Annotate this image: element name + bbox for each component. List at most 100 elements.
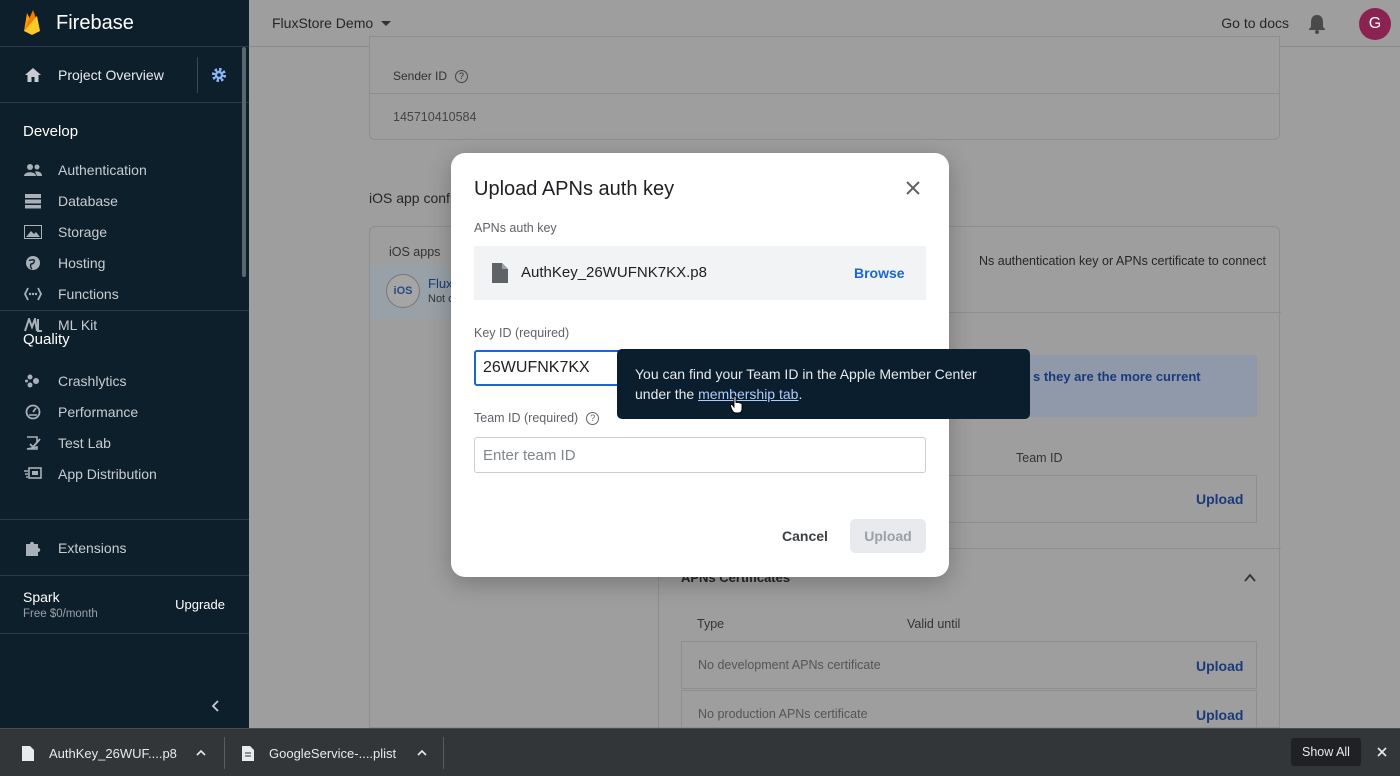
help-icon[interactable]: ? bbox=[455, 69, 469, 83]
brand-bar[interactable]: Firebase bbox=[0, 0, 249, 47]
sidebar-item-performance[interactable]: Performance bbox=[0, 396, 249, 427]
team-id-header: Team ID bbox=[1016, 451, 1063, 465]
project-selector[interactable]: FluxStore Demo bbox=[272, 15, 392, 31]
sender-id-label: Sender ID ? bbox=[393, 69, 469, 83]
brand-name: Firebase bbox=[56, 11, 134, 34]
sidebar-item-authentication[interactable]: Authentication bbox=[0, 154, 249, 185]
download-item[interactable]: AuthKey_26WUF....p8 bbox=[22, 729, 177, 776]
team-id-tooltip: You can find your Team ID in the Apple M… bbox=[617, 349, 1030, 419]
tooltip-text-end: . bbox=[798, 386, 803, 402]
team-id-label-text: Team ID (required) bbox=[474, 411, 579, 425]
sidebar-item-label: Extensions bbox=[58, 539, 127, 556]
go-to-docs-link[interactable]: Go to docs bbox=[1221, 15, 1289, 31]
sender-id-text: Sender ID bbox=[393, 69, 448, 83]
team-id-input[interactable] bbox=[474, 437, 926, 473]
globe-icon bbox=[24, 254, 42, 272]
divider bbox=[443, 737, 444, 769]
ios-config-heading: iOS app confi bbox=[369, 190, 454, 206]
ios-apps-label: iOS apps bbox=[389, 245, 441, 259]
bell-icon[interactable] bbox=[1308, 14, 1326, 34]
dev-cert-row: No development APNs certificate Upload bbox=[681, 641, 1257, 689]
dev-cert-text: No development APNs certificate bbox=[698, 658, 881, 672]
puzzle-icon bbox=[26, 541, 41, 556]
app-distribution-icon bbox=[24, 465, 42, 483]
firebase-logo-icon bbox=[24, 10, 40, 35]
info-banner-text: s they are the more current bbox=[1033, 369, 1201, 384]
sidebar-item-label: Functions bbox=[58, 285, 119, 302]
team-id-label: Team ID (required) ? bbox=[474, 411, 600, 425]
download-file-name: AuthKey_26WUF....p8 bbox=[49, 745, 177, 761]
functions-icon bbox=[24, 285, 42, 303]
cloud-messaging-card: Sender ID ? 145710410584 bbox=[369, 36, 1280, 140]
sidebar-item-label: Storage bbox=[58, 223, 108, 240]
download-file-name: GoogleService-....plist bbox=[269, 745, 397, 761]
sidebar-item-label: Performance bbox=[58, 403, 139, 420]
sidebar-item-label: Database bbox=[58, 192, 118, 209]
sidebar-item-label: Hosting bbox=[58, 254, 106, 271]
chevron-left-icon[interactable] bbox=[208, 698, 224, 714]
sidebar-item-hosting[interactable]: Hosting bbox=[0, 247, 249, 278]
avatar[interactable]: G bbox=[1359, 8, 1391, 40]
sidebar-item-functions[interactable]: Functions bbox=[0, 278, 249, 309]
upload-button[interactable]: Upload bbox=[850, 519, 926, 553]
divider bbox=[370, 93, 1279, 94]
sidebar-item-database[interactable]: Database bbox=[0, 185, 249, 216]
database-icon bbox=[24, 192, 42, 210]
quality-section: Quality Crashlytics Performance Test Lab… bbox=[0, 311, 249, 520]
chevron-up-icon[interactable] bbox=[416, 747, 428, 759]
sidebar: Firebase Project Overview Develop Authen… bbox=[0, 0, 249, 728]
checklist-icon bbox=[24, 434, 42, 452]
sidebar-item-test-lab[interactable]: Test Lab bbox=[0, 427, 249, 458]
download-bar: AuthKey_26WUF....p8 GoogleService-....pl… bbox=[0, 728, 1400, 776]
plan-price: Free $0/month bbox=[23, 608, 98, 620]
tooltip-text: You can find your Team ID in the Apple M… bbox=[635, 366, 977, 402]
sidebar-item-label: Test Lab bbox=[58, 434, 111, 451]
app-subtitle: Not c bbox=[428, 293, 454, 305]
sidebar-item-storage[interactable]: Storage bbox=[0, 216, 249, 247]
develop-section: Develop Authentication Database Storage … bbox=[0, 103, 249, 333]
project-overview[interactable]: Project Overview bbox=[0, 47, 249, 103]
show-all-button[interactable]: Show All bbox=[1291, 738, 1361, 766]
divider bbox=[197, 57, 198, 93]
upload-prod-cert-link[interactable]: Upload bbox=[1196, 707, 1243, 723]
upgrade-button[interactable]: Upgrade bbox=[175, 597, 225, 612]
file-picker: AuthKey_26WUFNK7KX.p8 Browse bbox=[474, 246, 926, 300]
sender-id-value: 145710410584 bbox=[393, 110, 477, 124]
hand-cursor-icon bbox=[730, 396, 743, 414]
file-icon bbox=[22, 745, 34, 761]
sidebar-item-extensions[interactable]: Extensions bbox=[0, 520, 249, 576]
apns-description: Ns authentication key or APNs certificat… bbox=[979, 254, 1266, 268]
project-name: FluxStore Demo bbox=[272, 15, 374, 31]
browse-button[interactable]: Browse bbox=[854, 265, 905, 281]
close-icon[interactable] bbox=[904, 179, 922, 197]
sidebar-item-crashlytics[interactable]: Crashlytics bbox=[0, 365, 249, 396]
ios-app-icon: iOS bbox=[386, 274, 420, 308]
file-icon bbox=[242, 745, 254, 761]
image-icon bbox=[24, 223, 42, 241]
gear-icon[interactable] bbox=[210, 66, 228, 84]
sidebar-scrollbar[interactable] bbox=[242, 47, 246, 277]
membership-tab-link[interactable]: membership tab bbox=[698, 386, 798, 402]
chevron-up-icon[interactable] bbox=[195, 747, 207, 759]
type-header: Type bbox=[697, 617, 725, 631]
project-overview-label: Project Overview bbox=[58, 66, 164, 83]
app-name: Flux bbox=[428, 276, 453, 291]
develop-heading: Develop bbox=[23, 123, 79, 140]
plan-row: Spark Free $0/month Upgrade bbox=[0, 576, 249, 634]
file-name: AuthKey_26WUFNK7KX.p8 bbox=[521, 264, 707, 281]
chevron-up-icon[interactable] bbox=[1243, 571, 1257, 585]
download-item[interactable]: GoogleService-....plist bbox=[242, 729, 396, 776]
home-icon bbox=[25, 67, 41, 82]
upload-auth-key-link[interactable]: Upload bbox=[1196, 491, 1243, 507]
valid-until-header: Valid until bbox=[907, 617, 961, 631]
prod-cert-text: No production APNs certificate bbox=[698, 707, 868, 721]
plan-name: Spark bbox=[23, 589, 60, 605]
upload-dev-cert-link[interactable]: Upload bbox=[1196, 658, 1243, 674]
help-icon[interactable]: ? bbox=[586, 411, 600, 425]
cancel-button[interactable]: Cancel bbox=[767, 519, 843, 553]
close-icon[interactable] bbox=[1376, 746, 1388, 758]
sidebar-item-app-distribution[interactable]: App Distribution bbox=[0, 458, 249, 489]
people-icon bbox=[24, 161, 42, 179]
key-id-label: Key ID (required) bbox=[474, 326, 570, 340]
sidebar-item-label: Crashlytics bbox=[58, 372, 127, 389]
